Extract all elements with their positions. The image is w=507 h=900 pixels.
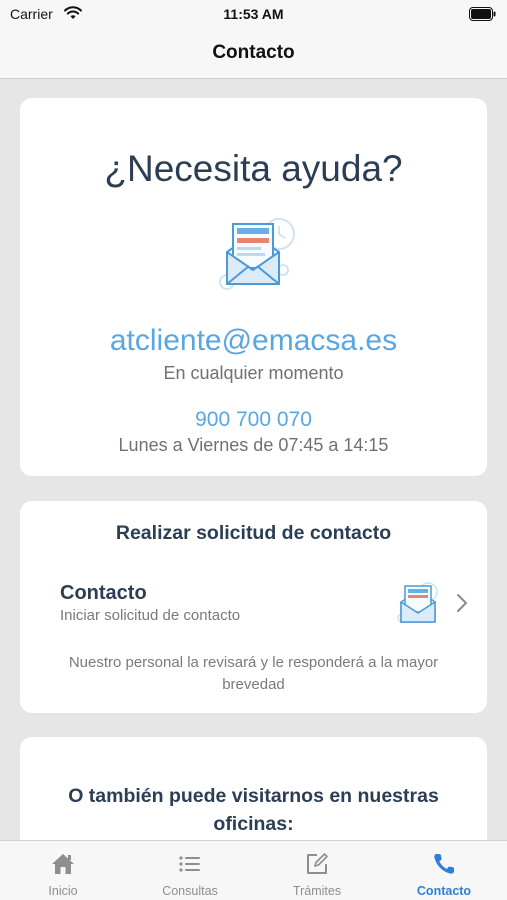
support-email-link[interactable]: atcliente@emacsa.es	[20, 324, 487, 358]
status-bar: Carrier 11:53 AM	[0, 0, 507, 30]
page-title: Contacto	[212, 42, 295, 63]
phone-hours: Lunes a Viernes de 07:45 a 14:15	[118, 435, 389, 455]
phone-icon	[431, 851, 457, 882]
home-icon	[50, 851, 76, 882]
visit-section-title: O también puede visitarnos en nuestras o…	[68, 785, 439, 835]
tab-bar: Inicio Consultas Trámites Contacto	[0, 840, 507, 900]
tab-label: Trámites	[292, 884, 342, 898]
envelope-letter-icon	[213, 212, 317, 301]
support-phone-link[interactable]: 900 700 070	[20, 408, 487, 432]
contact-request-row[interactable]: Contacto Iniciar solicitud de contacto	[20, 571, 487, 637]
tab-label: Contacto	[416, 884, 472, 898]
contact-request-card: Realizar solicitud de contacto Contacto …	[20, 501, 487, 713]
tab-consultas[interactable]: Consultas	[127, 841, 253, 900]
tab-label: Consultas	[162, 884, 218, 898]
email-availability: En cualquier momento	[163, 363, 344, 383]
status-time: 11:53 AM	[223, 6, 284, 22]
request-note: Nuestro personal la revisará y le respon…	[68, 654, 439, 693]
tab-label: Inicio	[48, 884, 78, 898]
navigation-bar: Contacto	[0, 30, 507, 79]
tab-inicio[interactable]: Inicio	[0, 841, 126, 900]
list-icon	[177, 851, 203, 882]
contact-row-title: Contacto	[60, 582, 147, 604]
help-heading: ¿Necesita ayuda?	[104, 148, 403, 189]
help-card: ¿Necesita ayuda? atcliente@emacsa.es En …	[20, 98, 487, 476]
chevron-right-icon	[456, 593, 468, 618]
tab-contacto[interactable]: Contacto	[381, 841, 507, 900]
contact-row-subtitle: Iniciar solicitud de contacto	[60, 607, 241, 624]
request-section-title: Realizar solicitud de contacto	[115, 522, 392, 544]
envelope-letter-icon	[394, 580, 442, 633]
tab-tramites[interactable]: Trámites	[254, 841, 380, 900]
edit-icon	[304, 851, 330, 882]
battery-icon	[469, 7, 497, 24]
